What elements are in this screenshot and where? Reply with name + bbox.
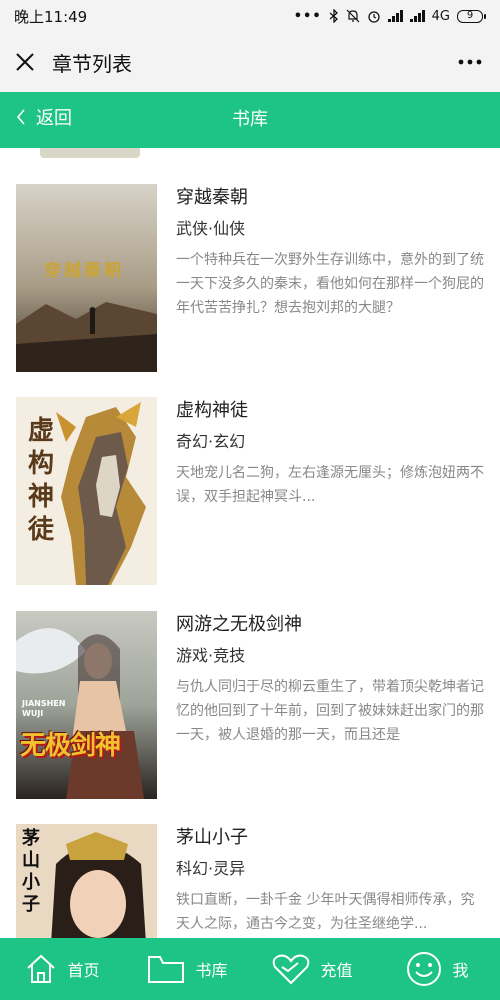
cover-title: 无极剑神 — [20, 731, 121, 761]
close-button[interactable] — [0, 32, 50, 92]
tab-recharge-label: 充值 — [320, 961, 353, 980]
status-bar: 晚上11:49 ••• 4G 9 — [0, 0, 500, 32]
book-info: 穿越秦朝 武侠·仙侠 一个特种兵在一次野外生存训练中，意外的到了统一天下没多久的… — [176, 184, 486, 320]
recharge-icon — [273, 954, 310, 985]
book-genre: 游戏·竞技 — [176, 646, 246, 665]
battery-icon: 9 — [457, 9, 486, 23]
book-info: 茅山小子 科幻·灵异 铁口直断，一卦千金 少年叶天偶得相师传承，究天人之际，通古… — [176, 824, 486, 938]
page-title: 书库 — [232, 109, 268, 130]
book-cover[interactable]: JIANSHEN WUJI 无极剑神 — [16, 611, 157, 799]
book-description: 天地宠儿名二狗，左右逢源无厘头；修炼泡妞两不误，双手担起神冥斗... — [176, 465, 484, 505]
tab-home[interactable]: 首页 — [0, 938, 125, 1000]
cover-subtitle: JIANSHEN WUJI — [22, 699, 66, 718]
previous-cover-edge — [40, 148, 140, 158]
chevron-left-icon — [16, 109, 25, 125]
back-button[interactable]: 返回 — [16, 92, 72, 142]
book-title: 茅山小子 — [176, 827, 248, 848]
more-dots-icon: ••• — [293, 8, 322, 24]
book-genre: 奇幻·玄幻 — [176, 432, 246, 451]
cover-title: 茅山小子 — [22, 828, 40, 915]
home-icon — [27, 954, 56, 983]
close-icon — [16, 53, 34, 71]
book-cover[interactable]: 虚构神徒 — [16, 397, 157, 585]
wechat-header: 章节列表 — [0, 32, 500, 92]
book-info: 虚构神徒 奇幻·玄幻 天地宠儿名二狗，左右逢源无厘头；修炼泡妞两不误，双手担起神… — [176, 397, 486, 533]
cover-title: 虚构神徒 — [28, 416, 55, 545]
tab-me[interactable]: 我 — [375, 938, 500, 1000]
book-description: 一个特种兵在一次野外生存训练中，意外的到了统一天下没多久的秦末，看他如何在那样一… — [176, 252, 484, 316]
cover-title: 穿越秦朝 — [44, 261, 124, 281]
book-item[interactable]: 虚构神徒 虚构神徒 奇幻·玄幻 天地宠儿名二狗，左右逢源无厘头；修炼泡妞两不误，… — [16, 397, 486, 585]
mute-bell-icon — [346, 9, 360, 23]
tab-home-label: 首页 — [67, 961, 100, 980]
more-dots-icon — [458, 59, 482, 65]
book-title: 网游之无极剑神 — [176, 614, 302, 635]
book-description: 铁口直断，一卦千金 少年叶天偶得相师传承，究天人之际，通古今之变，为往圣继绝学.… — [176, 892, 475, 932]
book-description: 与仇人同归于尽的柳云重生了，带着顶尖乾坤者记忆的他回到了十年前，回到了被妹妹赶出… — [176, 679, 484, 743]
nav-bar: 返回 书库 — [0, 92, 500, 148]
book-cover[interactable]: 茅山小子 — [16, 824, 157, 938]
book-item[interactable]: JIANSHEN WUJI 无极剑神 网游之无极剑神 游戏·竞技 与仇人同归于尽… — [16, 611, 486, 799]
tab-recharge[interactable]: 充值 — [250, 938, 375, 1000]
smiley-icon — [407, 952, 442, 986]
book-cover[interactable]: 穿越秦朝 — [16, 184, 157, 372]
folder-icon — [148, 956, 185, 983]
status-time: 晚上11:49 — [14, 7, 88, 26]
book-title: 穿越秦朝 — [176, 187, 248, 208]
signal-icon-2 — [409, 10, 425, 22]
book-list: 穿越秦朝 穿越秦朝 武侠·仙侠 一个特种兵在一次野外生存训练中，意外的到了统一天… — [0, 148, 500, 938]
book-genre: 科幻·灵异 — [176, 859, 246, 878]
tab-library-label: 书库 — [195, 961, 228, 980]
book-item[interactable]: 茅山小子 茅山小子 科幻·灵异 铁口直断，一卦千金 少年叶天偶得相师传承，究天人… — [16, 824, 486, 938]
battery-level: 9 — [457, 9, 483, 23]
bottom-tab-bar: 首页 书库 充值 我 — [0, 938, 500, 1000]
network-type: 4G — [431, 8, 450, 24]
more-menu-button[interactable] — [440, 32, 500, 92]
bluetooth-icon — [329, 9, 338, 23]
tab-me-label: 我 — [452, 961, 469, 980]
status-icons: ••• 4G 9 — [294, 9, 486, 24]
book-title: 虚构神徒 — [176, 400, 248, 421]
book-info: 网游之无极剑神 游戏·竞技 与仇人同归于尽的柳云重生了，带着顶尖乾坤者记忆的他回… — [176, 611, 486, 747]
book-item[interactable]: 穿越秦朝 穿越秦朝 武侠·仙侠 一个特种兵在一次野外生存训练中，意外的到了统一天… — [16, 184, 486, 372]
book-genre: 武侠·仙侠 — [176, 219, 246, 238]
back-label: 返回 — [36, 108, 72, 129]
tab-library[interactable]: 书库 — [125, 938, 250, 1000]
alarm-icon — [367, 11, 380, 23]
signal-icon — [387, 10, 403, 22]
wechat-title: 章节列表 — [52, 51, 132, 76]
